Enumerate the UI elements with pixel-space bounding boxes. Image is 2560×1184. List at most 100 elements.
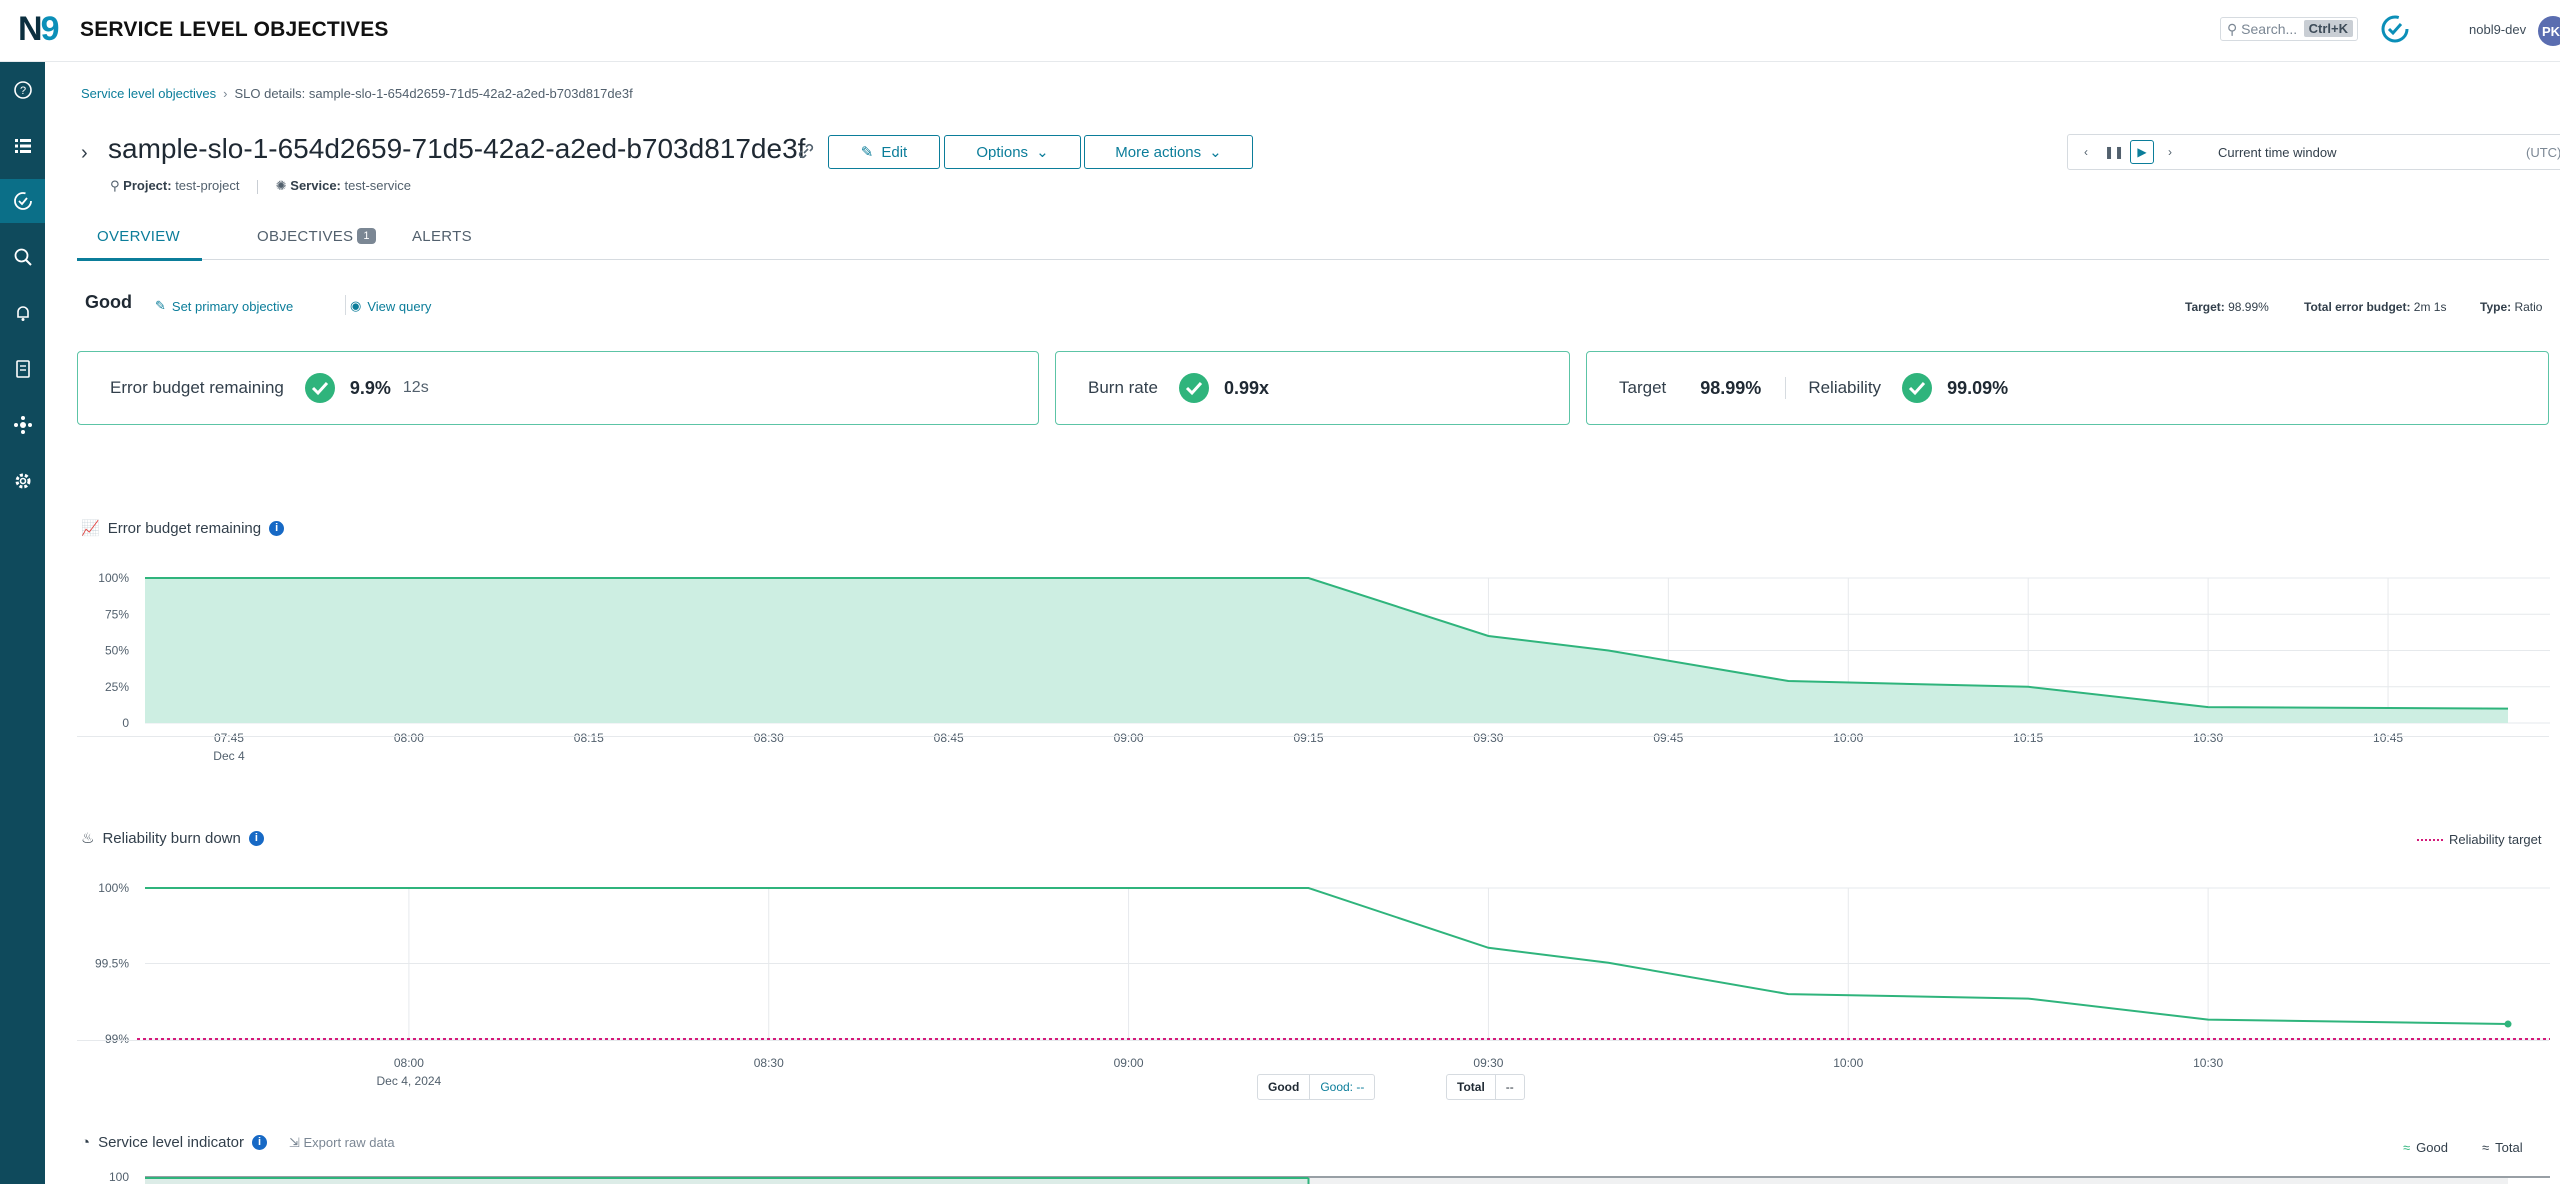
- error-budget-summary: Total error budget: 2m 1s: [2304, 300, 2446, 314]
- org-name[interactable]: nobl9-dev: [2469, 22, 2526, 37]
- info-icon[interactable]: i: [251, 1135, 267, 1150]
- tab-alerts[interactable]: ALERTS: [412, 228, 472, 245]
- x-tick-label: 09:30: [1473, 1056, 1503, 1070]
- type-summary-value: Ratio: [2514, 300, 2543, 314]
- gauge-icon: ◔: [81, 1134, 91, 1151]
- chevron-down-icon: ⌄: [1036, 144, 1049, 161]
- card-label: Error budget remaining: [110, 378, 284, 397]
- x-tick-label: 10:30: [2193, 731, 2223, 745]
- check-badge-icon: [1902, 373, 1933, 403]
- set-primary-objective-link[interactable]: ✎ Set primary objective: [155, 298, 293, 314]
- series-line: [145, 887, 2509, 1025]
- burn-rate-card: Burn rate 0.99x: [1055, 351, 1570, 425]
- breadcrumb: Service level objectives › SLO details: sa…: [81, 86, 633, 101]
- project-value[interactable]: test-project: [175, 178, 239, 193]
- pause-button[interactable]: ❚❚: [2102, 140, 2126, 164]
- more-actions-button[interactable]: More actions ⌄: [1084, 135, 1253, 169]
- y-tick-label: 99.5%: [95, 957, 129, 971]
- breadcrumb-root-link[interactable]: Service level objectives: [81, 86, 216, 101]
- divider: [77, 1040, 2549, 1041]
- x-tick-label: 07:45: [214, 731, 244, 745]
- play-button[interactable]: ▶: [2130, 140, 2154, 164]
- last-point: [2504, 1020, 2512, 1028]
- avatar[interactable]: PK: [2538, 16, 2560, 46]
- time-window-selector[interactable]: ‹ ❚❚ ▶ › Current time window (UTC): [2067, 134, 2560, 170]
- reliability-target-legend[interactable]: Reliability target: [2417, 832, 2542, 847]
- search-query-icon[interactable]: [0, 235, 45, 279]
- pencil-icon: ✎: [860, 144, 874, 161]
- flame-icon: ♨: [81, 830, 95, 847]
- y-tick-label: 0: [122, 716, 129, 730]
- chevron-down-icon: ⌄: [1209, 144, 1222, 161]
- x-tick-label: 10:00: [1833, 731, 1863, 745]
- slo-meta: ⚲ Project: test-project ✺ Service: test-…: [110, 178, 411, 194]
- legend-total[interactable]: ≈ Total: [2482, 1140, 2523, 1155]
- sli-total-filter[interactable]: Total --: [1446, 1074, 1525, 1100]
- active-tab-indicator: [77, 258, 202, 261]
- info-icon[interactable]: i: [269, 520, 285, 536]
- app-title: SERVICE LEVEL OBJECTIVES: [80, 18, 389, 41]
- legend-label: Good: [2416, 1140, 2448, 1155]
- search-input[interactable]: ⚲ Search... Ctrl+K: [2220, 17, 2358, 41]
- divider: [257, 179, 259, 194]
- tab-bar: OVERVIEW OBJECTIVES 1 ALERTS: [77, 220, 2549, 261]
- y-tick-label: 50%: [105, 644, 129, 658]
- x-tick-label: 10:30: [2193, 1056, 2223, 1070]
- project-label: Project:: [123, 178, 172, 193]
- legend-label: Total: [2495, 1140, 2523, 1155]
- prev-icon[interactable]: ‹: [2074, 140, 2098, 164]
- svg-text:?: ?: [19, 85, 25, 97]
- legend-good[interactable]: ≈ Good: [2403, 1140, 2448, 1155]
- edit-button[interactable]: ✎ Edit: [828, 135, 940, 169]
- sidebar: ?: [0, 62, 45, 1184]
- check-badge-icon: [304, 373, 335, 403]
- service-icon: ✺: [275, 178, 287, 193]
- service-value[interactable]: test-service: [345, 178, 411, 193]
- filter-key: Good: [1258, 1075, 1311, 1099]
- view-query-link[interactable]: ◉ View query: [350, 298, 431, 314]
- sli-good-filter[interactable]: Good Good: --: [1257, 1074, 1376, 1100]
- filter-value: Good: --: [1320, 1080, 1365, 1094]
- export-label: Export raw data: [303, 1134, 395, 1150]
- export-raw-data-link[interactable]: ⇲ Export raw data: [289, 1135, 395, 1151]
- tab-overview[interactable]: OVERVIEW: [97, 228, 180, 245]
- help-icon[interactable]: ?: [0, 68, 45, 112]
- card-value: 99.09%: [1947, 377, 2009, 398]
- integrations-icon[interactable]: [0, 403, 45, 447]
- chevron-expand-icon[interactable]: ›: [81, 142, 88, 165]
- edit-label: Edit: [881, 143, 908, 161]
- info-icon[interactable]: i: [248, 830, 264, 846]
- x-tick-label: 09:30: [1473, 731, 1503, 745]
- y-tick-label: 75%: [105, 607, 129, 621]
- filter-value: --: [1505, 1080, 1514, 1094]
- report-icon[interactable]: [0, 347, 45, 391]
- card-label: Burn rate: [1088, 378, 1158, 397]
- objective-name: Good: [85, 292, 132, 312]
- page-title: sample-slo-1-654d2659-71d5-42a2-a2ed-b70…: [108, 133, 806, 164]
- error-budget-summary-value: 2m 1s: [2413, 300, 2447, 314]
- card-value: 0.99x: [1223, 377, 1269, 398]
- divider: [345, 295, 346, 315]
- list-icon[interactable]: [0, 124, 45, 168]
- section-label: Service level indicator: [98, 1134, 244, 1151]
- sli-chart: 100: [109, 1170, 2550, 1184]
- target-summary-label: Target:: [2185, 300, 2225, 314]
- area-chart-icon: ≈: [2403, 1140, 2411, 1155]
- next-icon[interactable]: ›: [2158, 140, 2182, 164]
- app-logo[interactable]: N9: [18, 10, 59, 49]
- search-placeholder: Search...: [2241, 21, 2298, 37]
- y-tick-label: 100: [109, 1170, 129, 1184]
- settings-icon[interactable]: [0, 459, 45, 503]
- card-subvalue: 12s: [402, 379, 429, 396]
- x-tick-sublabel: Dec 4, 2024: [377, 1074, 442, 1088]
- options-button[interactable]: Options ⌄: [944, 135, 1081, 169]
- x-tick-label: 10:00: [1833, 1056, 1863, 1070]
- dotted-line-swatch: [2417, 838, 2443, 841]
- copy-link-icon[interactable]: [795, 140, 817, 162]
- slo-icon[interactable]: [0, 179, 45, 223]
- legend-label: Reliability target: [2449, 832, 2542, 847]
- slo-status-icon[interactable]: [2380, 14, 2410, 44]
- eye-icon: ◉: [350, 298, 362, 313]
- bell-icon[interactable]: [0, 291, 45, 335]
- tab-objectives[interactable]: OBJECTIVES 1: [257, 228, 376, 245]
